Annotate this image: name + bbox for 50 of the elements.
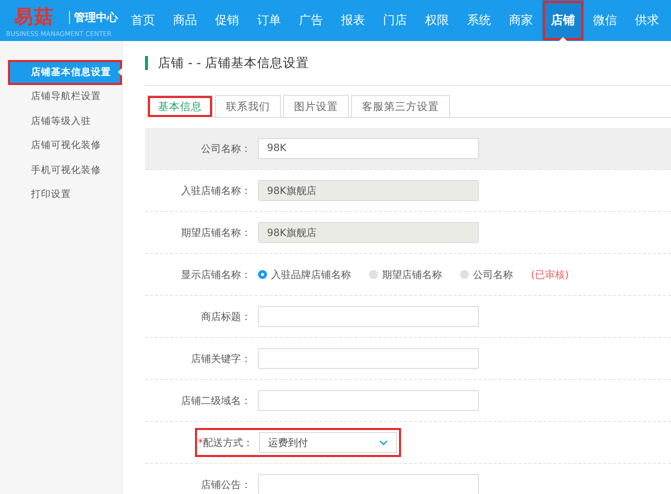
tab[interactable]: 基本信息	[147, 95, 213, 118]
field-label: 店铺二级域名：	[181, 396, 251, 406]
sidebar-item[interactable]: 店铺导航栏设置	[8, 84, 122, 109]
field-label: 店铺公告：	[201, 480, 251, 490]
field-label: 店铺关键字：	[191, 354, 251, 364]
sidebar-item[interactable]: 店铺基本信息设置	[8, 60, 122, 84]
input-field[interactable]	[258, 306, 479, 327]
required-mark: *	[198, 438, 203, 448]
nav-tab[interactable]: 微信	[584, 0, 626, 41]
nav-tab[interactable]: 商家	[500, 0, 542, 41]
nav-tab[interactable]: 系统	[458, 0, 500, 41]
page-title: 店铺 - - 店铺基本信息设置	[158, 54, 309, 72]
radio-label: 公司名称	[473, 268, 513, 282]
nav-tab[interactable]: 广告	[290, 0, 332, 41]
field-label: 显示店铺名称：	[181, 270, 251, 280]
field-label: 期望店铺名称：	[181, 228, 251, 238]
tab[interactable]: 图片设置	[283, 95, 349, 118]
radio-label: 入驻品牌店铺名称	[271, 268, 351, 282]
input-field[interactable]: 98K	[258, 138, 479, 159]
select-dropdown[interactable]: 运费到付	[259, 432, 397, 453]
status-note: (已审核)	[531, 268, 569, 282]
nav-tab[interactable]: 首页	[122, 0, 164, 41]
input-field[interactable]	[258, 390, 479, 411]
nav-tab[interactable]: 供求	[626, 0, 668, 41]
field-label: 配送方式：	[203, 438, 253, 448]
sidebar-item[interactable]: 店铺等级入驻	[8, 109, 122, 134]
radio-button[interactable]	[369, 270, 378, 279]
nav-tab[interactable]: 店铺	[542, 0, 584, 41]
field-label: 商店标题：	[201, 312, 251, 322]
tab[interactable]: 联系我们	[215, 95, 281, 118]
nav-tab[interactable]: 权限	[416, 0, 458, 41]
field-label: 公司名称：	[201, 144, 251, 154]
nav-tab[interactable]: 促销	[206, 0, 248, 41]
nav-tab[interactable]: 订单	[248, 0, 290, 41]
nav-tab[interactable]: 报表	[332, 0, 374, 41]
radio-label: 期望店铺名称	[382, 268, 442, 282]
input-field[interactable]	[258, 348, 479, 369]
radio-button[interactable]	[460, 270, 469, 279]
radio-button[interactable]	[258, 270, 267, 279]
field-label: 入驻店铺名称：	[181, 186, 251, 196]
nav-tab[interactable]: 商品	[164, 0, 206, 41]
input-field[interactable]	[258, 474, 479, 494]
logo: 易菇	[14, 5, 54, 30]
sidebar-item[interactable]: 店铺可视化装修	[8, 134, 122, 158]
chevron-down-icon	[379, 440, 388, 446]
sidebar-item[interactable]: 手机可视化装修	[8, 158, 122, 182]
tab[interactable]: 客服第三方设置	[351, 95, 450, 118]
nav-tab[interactable]: 门店	[374, 0, 416, 41]
sidebar-item[interactable]: 打印设置	[8, 182, 122, 207]
app-subtitle: 管理中心	[74, 10, 118, 25]
